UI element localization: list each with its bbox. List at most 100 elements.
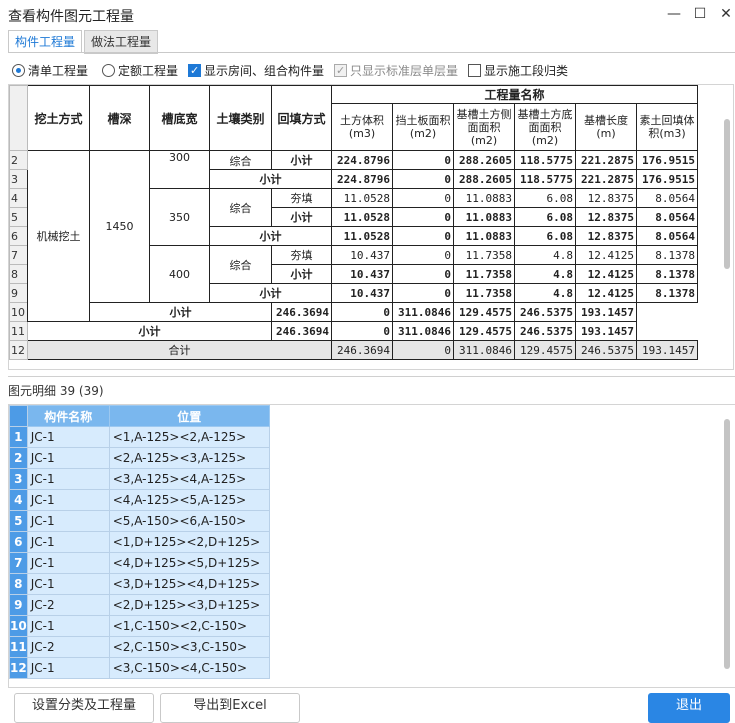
cell-value[interactable]: 12.4125 bbox=[575, 264, 637, 284]
detail-component-name: JC-1 bbox=[26, 552, 110, 574]
detail-row[interactable]: 8 JC-1 <3,D+125><4,D+125> bbox=[9, 573, 270, 595]
cell-value[interactable]: 176.9515 bbox=[636, 169, 698, 189]
cell-value[interactable]: 12.4125 bbox=[575, 283, 637, 303]
cell-value[interactable]: 8.1378 bbox=[636, 245, 698, 265]
cell-value[interactable]: 11.0883 bbox=[453, 226, 515, 246]
cell-value[interactable]: 11.0883 bbox=[453, 207, 515, 227]
cell-value[interactable]: 11.7358 bbox=[453, 245, 515, 265]
cell-value[interactable]: 12.8375 bbox=[575, 188, 637, 208]
cell-value[interactable]: 0 bbox=[331, 321, 393, 341]
radio-quota-quantity[interactable]: 定额工程量 bbox=[102, 62, 178, 80]
cell-value[interactable]: 246.5375 bbox=[514, 321, 576, 341]
tab-method-quantity[interactable]: 做法工程量 bbox=[84, 30, 158, 54]
cell-soil: 综合 bbox=[209, 245, 272, 284]
cell-value[interactable]: 224.8796 bbox=[331, 150, 393, 170]
cell-value[interactable]: 10.437 bbox=[331, 264, 393, 284]
cell-value[interactable]: 11.7358 bbox=[453, 283, 515, 303]
cell-width-400: 400 bbox=[149, 245, 210, 303]
cell-value[interactable]: 311.0846 bbox=[453, 340, 515, 360]
cell-value[interactable]: 8.1378 bbox=[636, 264, 698, 284]
detail-row[interactable]: 4 JC-1 <4,A-125><5,A-125> bbox=[9, 489, 270, 511]
cell-value[interactable]: 8.0564 bbox=[636, 226, 698, 246]
detail-row[interactable]: 6 JC-1 <1,D+125><2,D+125> bbox=[9, 531, 270, 553]
detail-component-name: JC-2 bbox=[26, 594, 110, 616]
cell-value[interactable]: 0 bbox=[392, 226, 454, 246]
cell-value[interactable]: 311.0846 bbox=[392, 302, 454, 322]
cell-value[interactable]: 6.08 bbox=[514, 188, 576, 208]
header-backfill-volume: 素土回填体积(m3) bbox=[636, 103, 698, 151]
cell-value[interactable]: 6.08 bbox=[514, 207, 576, 227]
minimize-icon[interactable]: — bbox=[664, 6, 684, 24]
maximize-icon[interactable]: ☐ bbox=[690, 6, 710, 24]
tab-component-quantity[interactable]: 构件工程量 bbox=[8, 30, 82, 53]
cell-value[interactable]: 0 bbox=[392, 245, 454, 265]
cell-value[interactable]: 6.08 bbox=[514, 226, 576, 246]
window-title: 查看构件图元工程量 bbox=[8, 9, 134, 25]
radio-list-quantity[interactable]: 清单工程量 bbox=[12, 62, 88, 80]
cell-value[interactable]: 246.5375 bbox=[514, 302, 576, 322]
detail-row[interactable]: 12 JC-1 <3,C-150><4,C-150> bbox=[9, 657, 270, 679]
cell-value[interactable]: 288.2605 bbox=[453, 150, 515, 170]
cell-value[interactable]: 0 bbox=[392, 169, 454, 189]
cell-width-300: 300 bbox=[149, 150, 210, 189]
cell-value[interactable]: 246.3694 bbox=[331, 340, 393, 360]
cell-value[interactable]: 11.7358 bbox=[453, 264, 515, 284]
cell-value[interactable]: 288.2605 bbox=[453, 169, 515, 189]
cell-value[interactable]: 10.437 bbox=[331, 245, 393, 265]
detail-row[interactable]: 9 JC-2 <2,D+125><3,D+125> bbox=[9, 594, 270, 616]
cell-value[interactable]: 4.8 bbox=[514, 283, 576, 303]
exit-button[interactable]: 退出 bbox=[648, 693, 730, 723]
cell-value[interactable]: 193.1457 bbox=[575, 302, 637, 322]
detail-row[interactable]: 11 JC-2 <2,C-150><3,C-150> bbox=[9, 636, 270, 658]
cell-value[interactable]: 4.8 bbox=[514, 245, 576, 265]
cell-value[interactable]: 221.2875 bbox=[575, 150, 637, 170]
cell-value[interactable]: 129.4575 bbox=[514, 340, 576, 360]
cell-value[interactable]: 0 bbox=[392, 207, 454, 227]
cell-value[interactable]: 12.8375 bbox=[575, 207, 637, 227]
detail-row[interactable]: 2 JC-1 <2,A-125><3,A-125> bbox=[9, 447, 270, 469]
cell-value[interactable]: 246.5375 bbox=[575, 340, 637, 360]
cell-value[interactable]: 118.5775 bbox=[514, 169, 576, 189]
cell-value[interactable]: 11.0528 bbox=[331, 226, 393, 246]
cell-value[interactable]: 0 bbox=[392, 188, 454, 208]
detail-row[interactable]: 3 JC-1 <3,A-125><4,A-125> bbox=[9, 468, 270, 490]
detail-component-name: JC-1 bbox=[26, 531, 110, 553]
export-excel-button[interactable]: 导出到Excel bbox=[160, 693, 300, 723]
detail-row[interactable]: 10 JC-1 <1,C-150><2,C-150> bbox=[9, 615, 270, 637]
cell-value[interactable]: 246.3694 bbox=[271, 302, 332, 322]
cell-value[interactable]: 8.1378 bbox=[636, 283, 698, 303]
cell-value[interactable]: 221.2875 bbox=[575, 169, 637, 189]
checkbox-show-room[interactable]: 显示房间、组合构件量 bbox=[188, 62, 324, 80]
cell-value[interactable]: 8.0564 bbox=[636, 207, 698, 227]
cell-value[interactable]: 0 bbox=[392, 264, 454, 284]
detail-grid-scrollbar[interactable] bbox=[724, 419, 730, 669]
cell-value[interactable]: 0 bbox=[392, 283, 454, 303]
cell-value[interactable]: 0 bbox=[331, 302, 393, 322]
cell-value[interactable]: 12.4125 bbox=[575, 245, 637, 265]
detail-row[interactable]: 5 JC-1 <5,A-150><6,A-150> bbox=[9, 510, 270, 532]
checkbox-show-segment[interactable]: 显示施工段归类 bbox=[468, 62, 568, 80]
close-icon[interactable]: ✕ bbox=[716, 6, 735, 24]
cell-value[interactable]: 11.0528 bbox=[331, 207, 393, 227]
cell-value[interactable]: 311.0846 bbox=[392, 321, 454, 341]
cell-value[interactable]: 11.0883 bbox=[453, 188, 515, 208]
cell-value[interactable]: 0 bbox=[392, 340, 454, 360]
cell-value[interactable]: 10.437 bbox=[331, 283, 393, 303]
cell-value[interactable]: 129.4575 bbox=[453, 321, 515, 341]
settings-button[interactable]: 设置分类及工程量 bbox=[14, 693, 154, 723]
cell-value[interactable]: 11.0528 bbox=[331, 188, 393, 208]
cell-value[interactable]: 129.4575 bbox=[453, 302, 515, 322]
cell-value[interactable]: 224.8796 bbox=[331, 169, 393, 189]
cell-value[interactable]: 4.8 bbox=[514, 264, 576, 284]
detail-row[interactable]: 7 JC-1 <4,D+125><5,D+125> bbox=[9, 552, 270, 574]
cell-value[interactable]: 12.8375 bbox=[575, 226, 637, 246]
cell-value[interactable]: 118.5775 bbox=[514, 150, 576, 170]
cell-value[interactable]: 0 bbox=[392, 150, 454, 170]
quantity-grid-scrollbar[interactable] bbox=[724, 119, 730, 269]
cell-value[interactable]: 246.3694 bbox=[271, 321, 332, 341]
cell-value[interactable]: 193.1457 bbox=[636, 340, 698, 360]
cell-value[interactable]: 8.0564 bbox=[636, 188, 698, 208]
detail-row[interactable]: 1 JC-1 <1,A-125><2,A-125> bbox=[9, 426, 270, 448]
cell-value[interactable]: 176.9515 bbox=[636, 150, 698, 170]
cell-value[interactable]: 193.1457 bbox=[575, 321, 637, 341]
